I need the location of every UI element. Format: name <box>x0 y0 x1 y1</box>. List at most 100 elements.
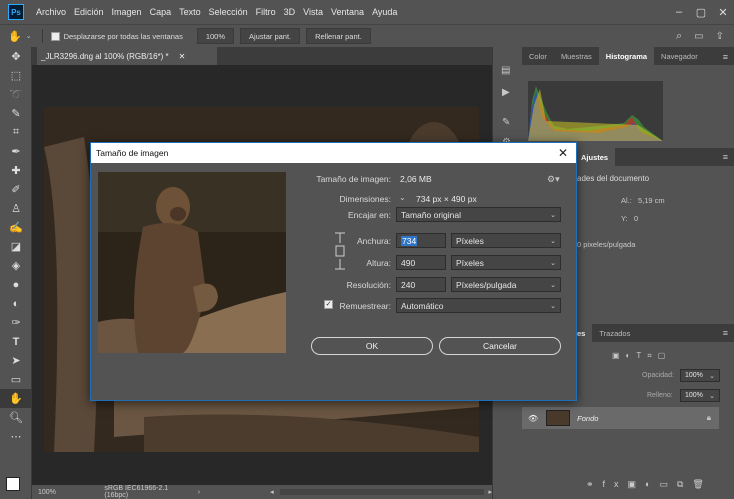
close-icon[interactable]: ✕ <box>712 6 734 19</box>
menu-capa[interactable]: Capa <box>146 7 176 17</box>
props-resolution: 0 pixeles/pulgada <box>577 240 636 249</box>
tab-swatches[interactable]: Muestras <box>554 47 599 65</box>
menu-vista[interactable]: Vista <box>299 7 327 17</box>
resample-label: Remuestrear: <box>339 301 392 311</box>
marquee-tool-icon[interactable]: ⬚ <box>0 66 32 85</box>
fill-screen-button[interactable]: Rellenar pant. <box>306 28 371 44</box>
menu-ayuda[interactable]: Ayuda <box>368 7 401 17</box>
chevron-down-icon[interactable]: ⌄ <box>26 32 32 40</box>
gradient-tool-icon[interactable]: ◈ <box>0 256 32 275</box>
hand-tool-icon[interactable]: ✋ <box>8 30 22 43</box>
visibility-eye-icon[interactable]: 👁︎ <box>528 414 538 423</box>
menu-texto[interactable]: Texto <box>175 7 205 17</box>
document-tab-bar: _JLR3296.dng al 100% (RGB/16*) * ✕ <box>32 47 492 65</box>
maximize-icon[interactable]: ▢ <box>690 6 712 19</box>
layers-menu-icon[interactable]: ≡ <box>723 328 728 338</box>
minimize-icon[interactable]: – <box>668 6 690 18</box>
fit-to-dropdown[interactable]: Tamaño original ⌄ <box>396 207 561 222</box>
blur-tool-icon[interactable]: ● <box>0 275 32 294</box>
dialog-title-bar[interactable]: Tamaño de imagen <box>91 143 576 163</box>
props-height-label: Al.: <box>621 196 632 205</box>
resample-dropdown[interactable]: Automático ⌄ <box>396 298 561 313</box>
fill-field[interactable]: 100% ⌄ <box>680 389 720 402</box>
eraser-tool-icon[interactable]: ◪ <box>0 237 32 256</box>
histogram-menu-icon[interactable]: ≡ <box>723 52 728 62</box>
layers-bottom-icons[interactable]: ⚭fx▣◐▭⧉🗑︎ <box>586 479 713 490</box>
shape-tool-icon[interactable]: ▭ <box>0 370 32 389</box>
layer-filter-icons[interactable]: ▣◐T⌗▢ <box>612 351 671 361</box>
resolution-input[interactable]: 240 <box>396 277 446 292</box>
document-tab-title: _JLR3296.dng al 100% (RGB/16*) * <box>41 51 169 61</box>
pen-tool-icon[interactable]: ✑ <box>0 313 32 332</box>
dimensions-chevron-icon[interactable]: ⌄ <box>399 193 406 202</box>
histogram-chart <box>528 81 663 141</box>
type-tool-icon[interactable]: T <box>0 332 32 351</box>
properties-menu-icon[interactable]: ≡ <box>723 152 728 162</box>
dimensions-label: Dimensiones: <box>339 194 392 204</box>
tab-navigator[interactable]: Navegador <box>654 47 705 65</box>
width-label: Anchura: <box>356 236 391 246</box>
menu-3d[interactable]: 3D <box>280 7 300 17</box>
dialog-preview[interactable] <box>98 172 286 353</box>
image-size-label: Tamaño de imagen: <box>316 174 391 184</box>
eyedropper-tool-icon[interactable]: ✒ <box>0 142 32 161</box>
menu-imagen[interactable]: Imagen <box>108 7 146 17</box>
search-icon[interactable]: ⌕ <box>676 30 682 43</box>
document-tab[interactable]: _JLR3296.dng al 100% (RGB/16*) * ✕ <box>37 47 217 65</box>
width-input[interactable]: 734 <box>396 233 446 248</box>
zoom-100-button[interactable]: 100% <box>196 28 235 44</box>
tab-histogram[interactable]: Histograma <box>598 47 655 65</box>
tab-adjustments[interactable]: Ajustes <box>574 148 616 166</box>
dialog-title: Tamaño de imagen <box>96 148 169 158</box>
quick-select-tool-icon[interactable]: ✎ <box>0 104 32 123</box>
healing-tool-icon[interactable]: ✚ <box>0 161 32 180</box>
tab-color[interactable]: Color <box>522 47 554 65</box>
menu-filtro[interactable]: Filtro <box>252 7 280 17</box>
opacity-field[interactable]: 100% ⌄ <box>680 369 720 382</box>
foreground-color-swatch[interactable] <box>6 477 20 491</box>
scroll-left-icon[interactable]: ◂ <box>270 488 274 496</box>
history-brush-tool-icon[interactable]: ✍ <box>0 218 32 237</box>
menu-edicion[interactable]: Edición <box>70 7 108 17</box>
dodge-tool-icon[interactable]: ◐ <box>0 294 32 313</box>
status-zoom[interactable]: 100% <box>38 489 102 496</box>
menu-archivo[interactable]: Archivo <box>32 7 70 17</box>
histogram-graph <box>528 86 663 141</box>
height-label: Altura: <box>366 258 391 268</box>
history-panel-icon[interactable]: ▤ <box>501 65 510 76</box>
zoom-tool-icon[interactable]: 🔍︎ <box>0 408 32 427</box>
workspace-icon[interactable]: ▭ <box>694 31 703 42</box>
actions-panel-icon[interactable]: ▶ <box>502 87 510 98</box>
crop-tool-icon[interactable]: ⌗ <box>0 123 32 142</box>
cancel-button[interactable]: Cancelar <box>439 337 561 355</box>
settings-gear-icon[interactable]: ⚙▾ <box>547 174 560 185</box>
status-arrow-icon[interactable]: › <box>198 489 200 496</box>
move-tool-icon[interactable]: ✥ <box>0 47 32 66</box>
path-select-tool-icon[interactable]: ➤ <box>0 351 32 370</box>
height-unit-dropdown[interactable]: Píxeles ⌄ <box>451 255 561 270</box>
lasso-tool-icon[interactable]: ➰ <box>0 85 32 104</box>
scroll-all-checkbox[interactable] <box>50 31 60 41</box>
menu-seleccion[interactable]: Selección <box>205 7 252 17</box>
resolution-unit-dropdown[interactable]: Píxeles/pulgada ⌄ <box>451 277 561 292</box>
share-icon[interactable]: ⇪ <box>716 31 724 42</box>
fit-screen-button[interactable]: Ajustar pant. <box>240 28 301 44</box>
menu-ventana[interactable]: Ventana <box>327 7 368 17</box>
brush-tool-icon[interactable]: ✐ <box>0 180 32 199</box>
more-tools-icon[interactable]: ⋯ <box>0 427 32 446</box>
hand-tool-icon[interactable]: ✋ <box>0 389 32 408</box>
close-tab-icon[interactable]: ✕ <box>179 52 186 61</box>
resolution-label: Resolución: <box>346 280 391 290</box>
horizontal-scrollbar[interactable] <box>279 489 485 495</box>
layer-name[interactable]: Fondo <box>577 414 598 423</box>
photoshop-logo-icon: Ps <box>8 4 24 20</box>
brush-panel-icon[interactable]: ✎ <box>502 117 510 128</box>
dialog-close-icon[interactable]: ✕ <box>558 146 568 160</box>
height-input[interactable]: 490 <box>396 255 446 270</box>
stamp-tool-icon[interactable]: ♙ <box>0 199 32 218</box>
layer-row[interactable]: 👁︎ Fondo 🔒︎ <box>522 407 719 429</box>
ok-button[interactable]: OK <box>311 337 433 355</box>
properties-title: ades del documento <box>577 174 650 183</box>
tab-paths[interactable]: Trazados <box>592 324 637 342</box>
width-unit-dropdown[interactable]: Píxeles ⌄ <box>451 233 561 248</box>
